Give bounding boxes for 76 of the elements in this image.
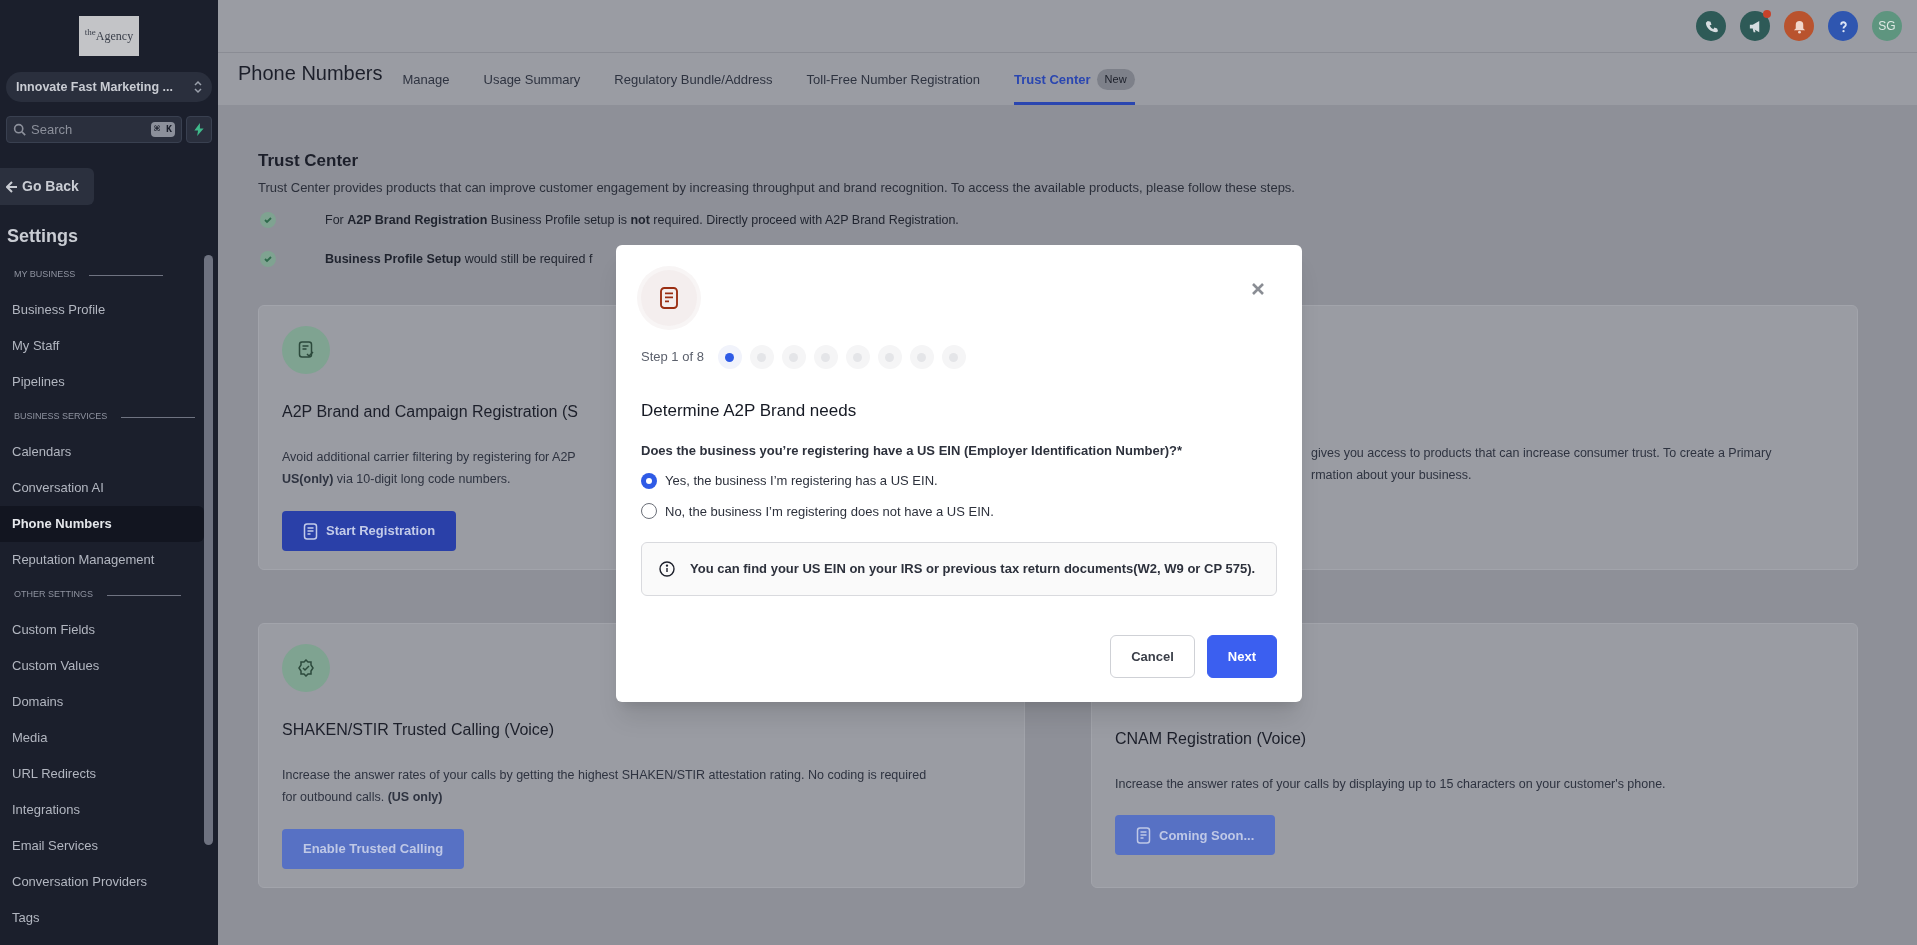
radio-button[interactable]: [641, 472, 657, 489]
agency-logo: $^{the}$Agency: [79, 16, 139, 56]
sidebar-item[interactable]: Email Services: [0, 828, 204, 864]
card-description: Increase the answer rates of your calls by getting the highest SHAKEN/STIR attestation rating. No coding is required: [282, 766, 927, 784]
sidebar-item[interactable]: URL Redirects: [0, 756, 204, 792]
sidebar-item[interactable]: My Staff: [0, 328, 204, 364]
card-description: US(only) via 10-digit long code numbers.: [282, 471, 511, 489]
tab[interactable]: Usage Summary: [483, 53, 581, 105]
radio-option[interactable]: Yes, the business I’m registering has a US EIN.: [641, 471, 1277, 491]
document-icon: [1136, 826, 1151, 844]
document-icon: [641, 270, 697, 326]
card-title: A2P Brand and Campaign Registration (S: [282, 401, 578, 422]
card-description: Increase the answer rates of your calls by displaying up to 15 characters on your customer's phone.: [1115, 775, 1666, 793]
card-title: SHAKEN/STIR Trusted Calling (Voice): [282, 719, 555, 740]
sidebar-item[interactable]: Pipelines: [0, 364, 204, 400]
tab[interactable]: Trust Center New: [1014, 53, 1135, 105]
sidebar-title: Settings: [7, 225, 79, 248]
cancel-button[interactable]: Cancel: [1110, 635, 1195, 678]
card-description: rmation about your business.: [1311, 467, 1472, 485]
sidebar-item[interactable]: Domains: [0, 684, 204, 720]
megaphone-button[interactable]: [1740, 11, 1770, 41]
help-button[interactable]: [1828, 11, 1858, 41]
sidebar-item[interactable]: Integrations: [0, 792, 204, 828]
sidebar-item[interactable]: Media: [0, 720, 204, 756]
card-description: for outbound calls. (US only): [282, 789, 443, 807]
search-field[interactable]: Search: [31, 119, 146, 140]
sidebar-item[interactable]: Custom Values: [0, 648, 204, 684]
badge-check-icon: [282, 643, 330, 692]
sidebar-item[interactable]: Phone Numbers: [0, 506, 204, 542]
step-text: For A2P Brand Registration Business Profile setup is not required. Directly proceed with A2P Brand Registration.: [325, 212, 959, 229]
sidebar-item[interactable]: Business Profile: [0, 292, 204, 328]
card-button[interactable]: Start Registration: [282, 511, 457, 551]
section-description: Trust Center provides products that can improve customer engagement by increasing throughput and brand recognition. To access the available products, please follow these steps.: [258, 178, 1296, 197]
quick-action-button[interactable]: [186, 116, 212, 143]
document-check-icon: [282, 325, 330, 374]
dialog-title: Determine A2P Brand needs: [641, 400, 858, 422]
close-button[interactable]: [1251, 282, 1265, 296]
radio-option[interactable]: No, the business I’m registering does not have a US EIN.: [641, 501, 1277, 521]
question-text: Does the business you’re registering have a US EIN (Employer Identification Number)?*: [641, 441, 1184, 460]
step-counter: Step 1 of 8: [641, 348, 704, 367]
next-button[interactable]: Next: [1206, 635, 1277, 678]
info-text: You can find your US EIN on your IRS or previous tax return documents(W2, W9 or CP 575).: [690, 560, 1256, 579]
shortcut-key: ⌘ K: [150, 122, 175, 137]
sidebar-item[interactable]: Conversation Providers: [0, 864, 204, 900]
sidebar-item[interactable]: Calendars: [0, 434, 204, 470]
account-switcher[interactable]: Innovate Fast Marketing ...: [6, 72, 212, 102]
phone-button[interactable]: [1696, 11, 1726, 41]
tab[interactable]: Toll-Free Number Registration: [806, 53, 980, 105]
card-description: Avoid additional carrier filtering by registering for A2P: [282, 448, 576, 466]
sidebar-item[interactable]: Conversation AI: [0, 470, 204, 506]
lightning-icon: [194, 123, 204, 136]
go-back-button[interactable]: Go Back: [0, 168, 94, 205]
info-icon: [659, 561, 675, 577]
card-title: CNAM Registration (Voice): [1115, 728, 1307, 749]
section-heading: MY BUSINESS: [14, 268, 76, 282]
check-icon: [260, 251, 276, 268]
tab[interactable]: Manage: [402, 53, 450, 105]
up-down-chevron-icon: [194, 80, 202, 94]
search-icon: [13, 123, 26, 136]
step-text: Business Profile Setup would still be required f: [325, 250, 593, 268]
card-description: gives you access to products that can increase consumer trust. To create a Primary: [1311, 444, 1772, 462]
section-heading: BUSINESS SERVICES: [14, 410, 108, 424]
search-bar[interactable]: Search ⌘ K: [6, 116, 182, 143]
check-icon: [260, 212, 276, 229]
left-arrow-icon: [6, 180, 18, 193]
phone-icon: [1703, 18, 1719, 34]
sidebar-item[interactable]: Custom Fields: [0, 612, 204, 648]
page-title: Phone Numbers: [238, 61, 383, 86]
sidebar-item[interactable]: Reputation Management: [0, 542, 204, 578]
section-heading: OTHER SETTINGS: [14, 588, 93, 602]
new-badge: New: [1096, 69, 1135, 90]
bell-button[interactable]: [1784, 11, 1814, 41]
section-title: Trust Center: [258, 150, 360, 172]
tab[interactable]: Regulatory Bundle/Address: [614, 53, 773, 105]
document-icon: [303, 522, 318, 540]
sidebar-item[interactable]: Tags: [0, 900, 204, 936]
